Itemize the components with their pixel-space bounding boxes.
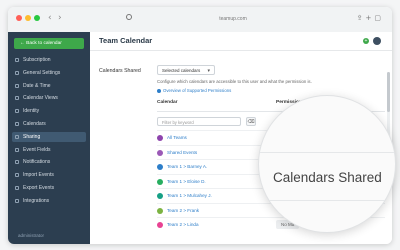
sidebar-item-label: Identity	[23, 108, 40, 115]
calendar-name[interactable]: Team 1 > Barney A.	[167, 164, 207, 169]
calendars-shared-label: Calendars Shared	[99, 68, 141, 74]
sidebar-item-label: Sharing	[23, 133, 41, 140]
sidebar-item-icon	[15, 70, 19, 75]
maximize-window-button[interactable]	[34, 15, 40, 21]
address-bar[interactable]: teamup.com	[138, 14, 328, 24]
sidebar-item-label: General Settings	[23, 69, 61, 76]
calendar-name[interactable]: Team 2 > Frank	[167, 208, 199, 213]
sidebar-item-icon	[15, 109, 19, 114]
magnifier-divider	[259, 200, 395, 201]
magnified-label: Calendars Shared	[273, 170, 382, 185]
calendar-name[interactable]: Team 2 > Linda	[167, 222, 199, 227]
sidebar-item-date-time[interactable]: Date & Time	[12, 81, 86, 91]
page-title: Team Calendar	[99, 36, 153, 45]
main-header: Team Calendar +	[90, 32, 392, 51]
sidebar-item-label: Export Events	[23, 185, 55, 191]
browser-titlebar: ‹ › teamup.com ⇪+▢	[8, 7, 392, 33]
sidebar-item-calendar-views[interactable]: Calendar Views	[12, 93, 86, 103]
back-to-calendar-button[interactable]: ← Back to calendar	[14, 38, 84, 49]
sidebar-item-integrations[interactable]: Integrations	[12, 196, 86, 206]
sidebar-item-sharing[interactable]: Sharing	[12, 131, 86, 142]
sidebar-item-general-settings[interactable]: General Settings	[12, 68, 86, 78]
calendar-color-dot	[157, 178, 163, 185]
sidebar-item-icon	[15, 83, 19, 88]
calendar-color-dot	[157, 222, 163, 228]
sidebar-item-icon	[15, 160, 19, 165]
calendar-name[interactable]: Team 1 > Eloise D.	[167, 179, 206, 184]
sidebar-item-event-fields[interactable]: Event Fields	[12, 145, 86, 155]
sidebar-item-identity[interactable]: Identity	[12, 106, 86, 116]
calendar-color-dot	[157, 193, 163, 199]
sidebar-item-import-events[interactable]: Import Events	[12, 170, 86, 180]
site-security-icon	[126, 14, 132, 20]
close-window-button[interactable]	[16, 15, 22, 21]
filter-input[interactable]: Filter by keyword	[157, 117, 241, 126]
sidebar-item-subscription[interactable]: Subscription	[12, 55, 86, 65]
sidebar-item-export-events[interactable]: Export Events	[12, 183, 86, 193]
calendars-shared-select[interactable]: Selected calendars ▾	[157, 65, 215, 75]
calendar-column-header: Calendar	[157, 100, 178, 105]
scrollbar-thumb[interactable]	[387, 72, 390, 112]
sidebar-item-calendars[interactable]: Calendars	[12, 119, 86, 129]
minimize-window-button[interactable]	[25, 15, 31, 21]
calendar-name[interactable]: Shared Events	[167, 150, 197, 155]
sidebar-item-icon	[15, 96, 19, 101]
link-text: Overview of Supported Permissions	[163, 88, 232, 93]
sidebar-item-label: Date & Time	[23, 82, 51, 89]
sidebar-item-notifications[interactable]: Notifications	[12, 157, 86, 167]
calendar-name[interactable]: Team 1 > Mulcahey J.	[167, 193, 212, 198]
back-arrow-icon[interactable]: ‹	[48, 12, 52, 24]
magnifier-divider	[259, 152, 395, 153]
calendar-name[interactable]: All Teams	[167, 135, 187, 140]
avatar[interactable]	[373, 37, 381, 45]
sidebar-item-label: Event Fields	[23, 146, 51, 153]
sidebar-item-icon	[15, 186, 19, 190]
calendar-color-dot	[157, 135, 163, 141]
sidebar-item-label: Subscription	[23, 57, 51, 63]
permissions-overview-link[interactable]: Overview of Supported Permissions	[157, 88, 231, 93]
sidebar-footer: administrator	[18, 233, 45, 238]
sidebar-item-label: Calendar Views	[23, 95, 58, 102]
calendar-color-dot	[157, 164, 163, 170]
field-description: Configure which calendars are accessible…	[157, 79, 312, 84]
filter-clear-icon[interactable]: ⌫	[246, 117, 256, 126]
select-value: Selected calendars	[162, 68, 201, 73]
browser-toolbar-icons[interactable]: ⇪+▢	[357, 14, 384, 22]
sidebar-item-icon	[15, 147, 19, 152]
sidebar-item-label: Calendars	[23, 121, 46, 127]
add-icon[interactable]: +	[363, 38, 369, 44]
sidebar-item-icon	[15, 58, 19, 62]
sidebar-item-label: Notifications	[23, 159, 51, 166]
calendar-color-dot	[157, 207, 163, 214]
sidebar-item-icon	[15, 198, 19, 203]
forward-arrow-icon[interactable]: ›	[58, 12, 62, 24]
dropdown-arrow-icon: ▾	[207, 68, 210, 74]
settings-sidebar: ← Back to calendar Subscription General S…	[8, 32, 90, 244]
sidebar-item-icon	[15, 134, 19, 139]
sidebar-item-icon	[15, 173, 19, 178]
sidebar-item-label: Import Events	[23, 172, 54, 179]
sidebar-item-icon	[15, 122, 19, 126]
calendar-color-dot	[157, 149, 163, 156]
info-icon	[157, 88, 161, 93]
magnifier-callout: Calendars Shared	[258, 95, 396, 233]
sidebar-item-label: Integrations	[23, 197, 50, 204]
